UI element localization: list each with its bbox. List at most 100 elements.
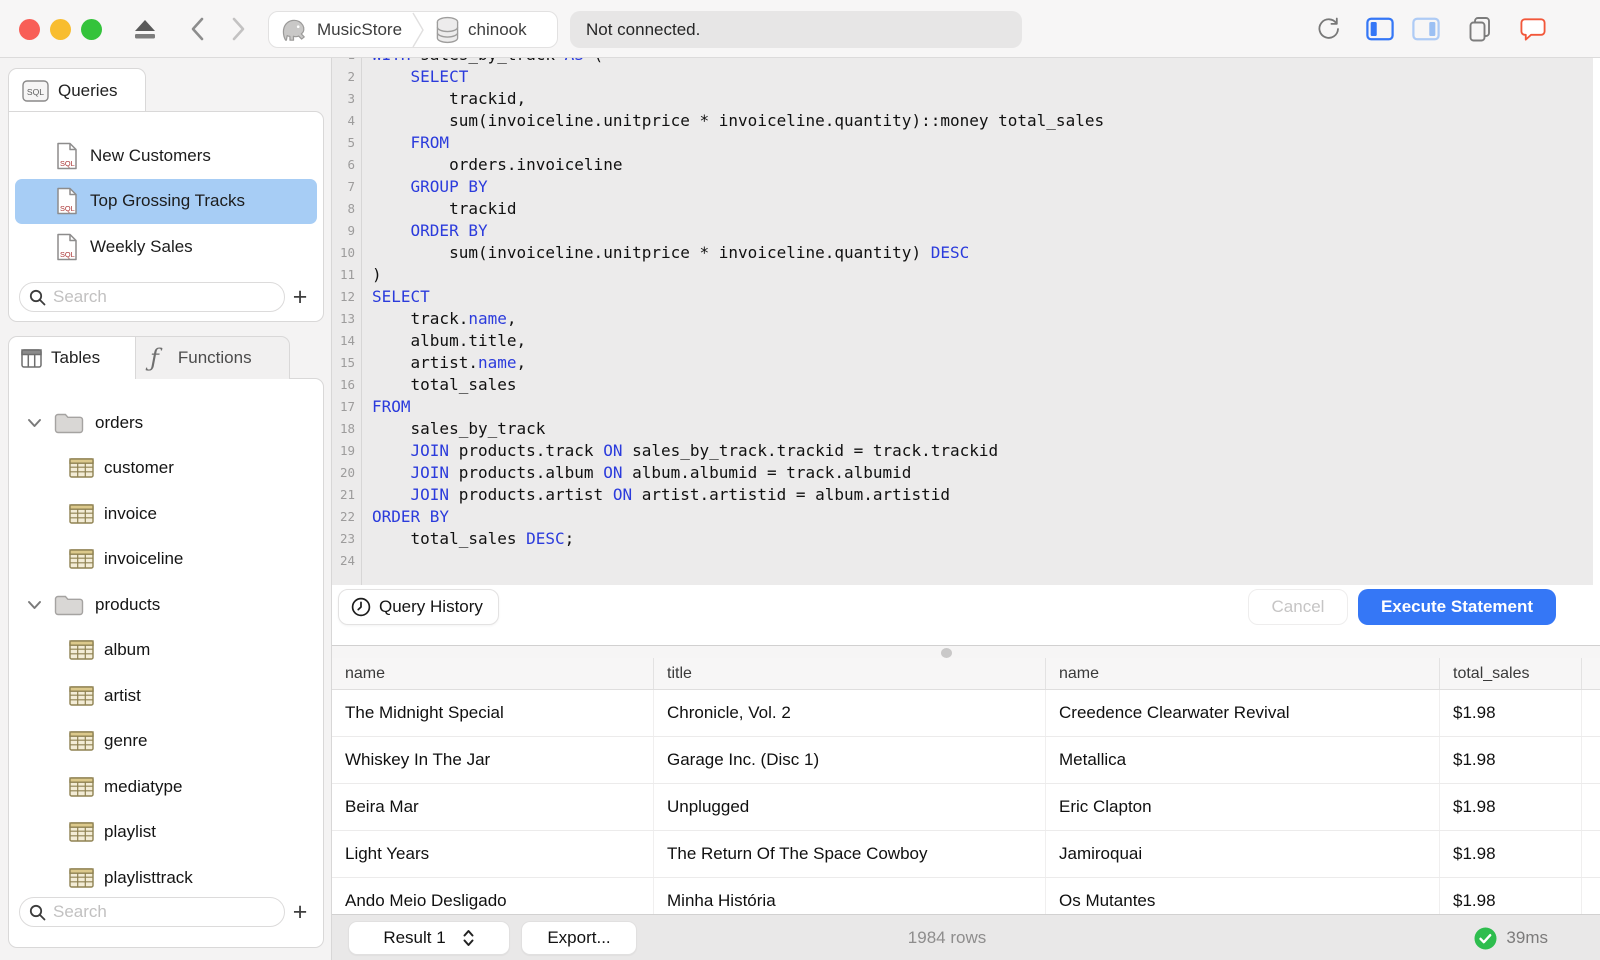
chevron-down-icon[interactable]	[27, 600, 47, 610]
code-line[interactable]: track.name,	[372, 308, 1104, 330]
result-cell[interactable]: $1.98	[1440, 831, 1582, 877]
code-line[interactable]	[372, 550, 1104, 572]
tables-search-box[interactable]	[19, 897, 285, 927]
cancel-button[interactable]: Cancel	[1248, 589, 1348, 625]
result-cell[interactable]: Unplugged	[654, 784, 1046, 830]
code-line[interactable]: FROM	[372, 132, 1104, 154]
pane-splitter[interactable]	[332, 645, 1600, 658]
code-line[interactable]: JOIN products.track ON sales_by_track.tr…	[372, 440, 1104, 462]
code-line[interactable]: SELECT	[372, 286, 1104, 308]
chevron-down-icon[interactable]	[27, 418, 47, 428]
tree-table-row[interactable]: artist	[9, 673, 323, 719]
zoom-window-button[interactable]	[81, 19, 102, 40]
code-line[interactable]: total_sales	[372, 374, 1104, 396]
result-cell[interactable]: Jamiroquai	[1046, 831, 1440, 877]
eject-icon[interactable]	[131, 15, 159, 43]
result-cell[interactable]: Garage Inc. (Disc 1)	[654, 737, 1046, 783]
minimize-window-button[interactable]	[50, 19, 71, 40]
query-list-item[interactable]: SQL New Customers	[15, 133, 317, 179]
tables-search-input[interactable]	[53, 902, 263, 922]
toggle-right-sidebar-icon[interactable]	[1412, 15, 1440, 43]
tree-schema-row[interactable]: orders	[9, 400, 323, 446]
code-line[interactable]: FROM	[372, 396, 1104, 418]
result-cell[interactable]: $1.98	[1440, 784, 1582, 830]
tree-schema-row[interactable]: products	[9, 582, 323, 628]
result-cell[interactable]: Whiskey In The Jar	[332, 737, 654, 783]
result-cell[interactable]: Minha História	[654, 878, 1046, 914]
add-table-button[interactable]: +	[285, 898, 315, 926]
result-cell[interactable]: Beira Mar	[332, 784, 654, 830]
tree-table-row[interactable]: invoice	[9, 491, 323, 537]
code-line[interactable]: GROUP BY	[372, 176, 1104, 198]
tree-table-row[interactable]: playlisttrack	[9, 855, 323, 901]
query-list-item[interactable]: SQL Weekly Sales	[15, 224, 317, 270]
result-row[interactable]: Ando Meio Desligado Minha História Os Muta…	[332, 878, 1600, 914]
result-row[interactable]: Whiskey In The Jar Garage Inc. (Disc 1) Me…	[332, 737, 1600, 784]
code-line[interactable]: ORDER BY	[372, 220, 1104, 242]
tree-table-row[interactable]: playlist	[9, 810, 323, 856]
code-line[interactable]: trackid	[372, 198, 1104, 220]
code-line[interactable]: orders.invoiceline	[372, 154, 1104, 176]
tab-functions[interactable]: ƒ Functions	[135, 336, 290, 379]
result-cell[interactable]: The Return Of The Space Cowboy	[654, 831, 1046, 877]
tree-table-row[interactable]: customer	[9, 446, 323, 492]
tree-table-row[interactable]: genre	[9, 719, 323, 765]
code-line[interactable]: JOIN products.album ON album.albumid = t…	[372, 462, 1104, 484]
result-selector[interactable]: Result 1	[348, 921, 510, 955]
results-column-header[interactable]: title	[654, 658, 1046, 689]
result-cell[interactable]: $1.98	[1440, 878, 1582, 914]
result-cell[interactable]: Creedence Clearwater Revival	[1046, 690, 1440, 736]
tab-queries[interactable]: SQL Queries	[8, 68, 146, 112]
code-line[interactable]: JOIN products.artist ON artist.artistid …	[372, 484, 1104, 506]
breadcrumb-database[interactable]: chinook	[425, 12, 537, 47]
code-line[interactable]: trackid,	[372, 88, 1104, 110]
tree-table-row[interactable]: invoiceline	[9, 537, 323, 583]
sql-code[interactable]: WITH sales_by_track AS ( SELECT trackid,…	[362, 58, 1104, 585]
refresh-icon[interactable]	[1314, 15, 1342, 43]
results-column-header[interactable]: name	[1046, 658, 1440, 689]
breadcrumb-server[interactable]: MusicStore	[269, 12, 412, 47]
result-cell[interactable]: The Midnight Special	[332, 690, 654, 736]
add-query-button[interactable]: +	[285, 283, 315, 311]
code-line[interactable]: SELECT	[372, 66, 1104, 88]
sql-editor[interactable]: 123456789101112131415161718192021222324 …	[332, 58, 1593, 585]
query-history-button[interactable]: Query History	[338, 589, 499, 625]
code-line[interactable]: total_sales DESC;	[372, 528, 1104, 550]
queries-search-input[interactable]	[53, 287, 263, 307]
result-cell[interactable]: Chronicle, Vol. 2	[654, 690, 1046, 736]
result-cell[interactable]: Os Mutantes	[1046, 878, 1440, 914]
result-row[interactable]: The Midnight Special Chronicle, Vol. 2 Cre…	[332, 690, 1600, 737]
queries-search-box[interactable]	[19, 282, 285, 312]
result-cell[interactable]: Eric Clapton	[1046, 784, 1440, 830]
tree-table-row[interactable]: mediatype	[9, 764, 323, 810]
tab-tables[interactable]: Tables	[8, 336, 136, 379]
code-line[interactable]: sum(invoiceline.unitprice * invoiceline.…	[372, 242, 1104, 264]
export-button[interactable]: Export...	[521, 921, 637, 955]
query-list-item[interactable]: SQL Top Grossing Tracks	[15, 178, 317, 224]
code-line[interactable]: sales_by_track	[372, 418, 1104, 440]
code-line[interactable]: )	[372, 264, 1104, 286]
results-column-header[interactable]: total_sales	[1440, 658, 1582, 689]
results-column-header[interactable]: name	[332, 658, 654, 689]
code-line[interactable]: artist.name,	[372, 352, 1104, 374]
result-row[interactable]: Light Years The Return Of The Space Cowbo…	[332, 831, 1600, 878]
execute-statement-button[interactable]: Execute Statement	[1358, 589, 1556, 625]
result-cell[interactable]: $1.98	[1440, 690, 1582, 736]
splitter-handle[interactable]	[941, 648, 952, 658]
tree-table-row[interactable]: album	[9, 628, 323, 674]
result-row[interactable]: Beira Mar Unplugged Eric Clapton $1.98	[332, 784, 1600, 831]
close-window-button[interactable]	[19, 19, 40, 40]
result-cell[interactable]: Ando Meio Desligado	[332, 878, 654, 914]
back-button[interactable]	[184, 15, 212, 43]
chat-icon[interactable]	[1519, 15, 1547, 43]
forward-button[interactable]	[224, 15, 252, 43]
result-cell[interactable]: Metallica	[1046, 737, 1440, 783]
code-line[interactable]: WITH sales_by_track AS (	[372, 58, 1104, 66]
code-line[interactable]: sum(invoiceline.unitprice * invoiceline.…	[372, 110, 1104, 132]
toggle-left-sidebar-icon[interactable]	[1366, 15, 1394, 43]
result-cell[interactable]: Light Years	[332, 831, 654, 877]
result-cell[interactable]: $1.98	[1440, 737, 1582, 783]
code-line[interactable]: album.title,	[372, 330, 1104, 352]
code-line[interactable]: ORDER BY	[372, 506, 1104, 528]
windows-icon[interactable]	[1466, 15, 1494, 43]
